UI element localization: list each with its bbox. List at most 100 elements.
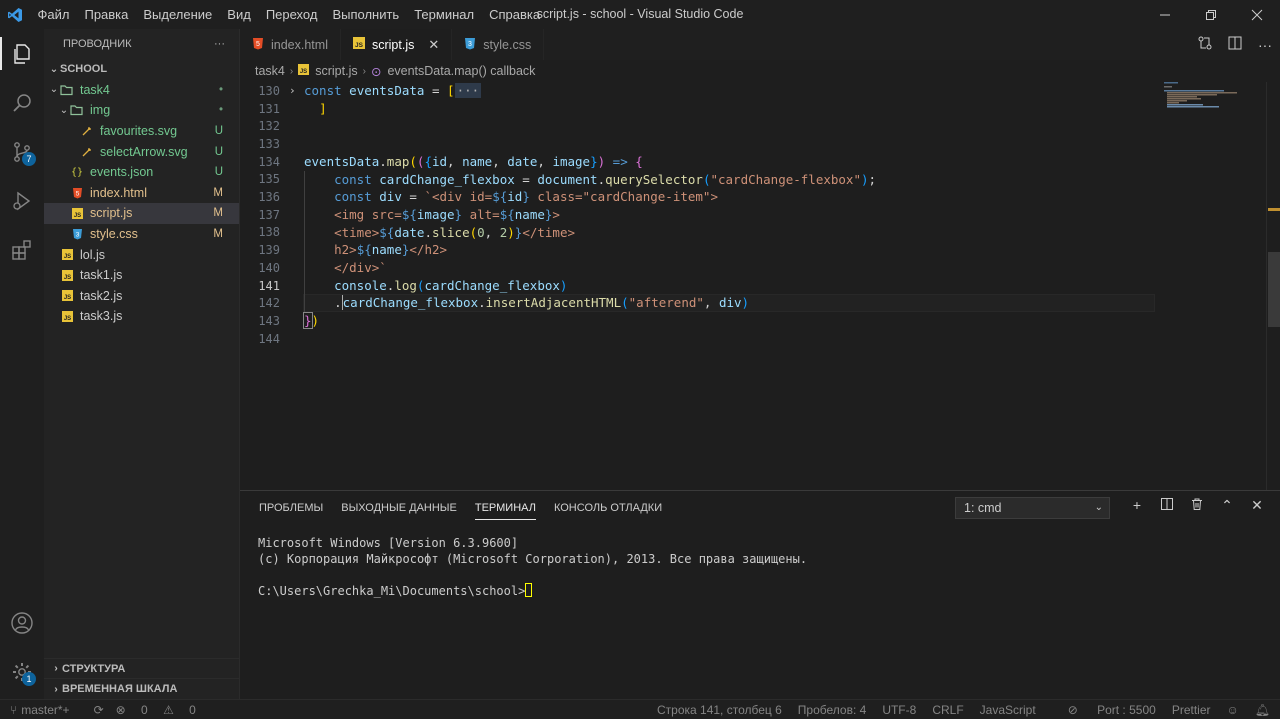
js-file-icon: JS	[60, 248, 74, 262]
chevron-down-icon: ⌄	[1094, 502, 1103, 513]
title-bar: Файл Правка Выделение Вид Переход Выполн…	[0, 0, 1280, 29]
menu-help[interactable]: Справка	[482, 0, 548, 29]
run-debug-icon[interactable]	[0, 176, 44, 225]
workspace-root[interactable]: ⌄ SCHOOL	[44, 59, 239, 80]
minimap[interactable]	[1162, 82, 1266, 122]
tree-item-label: img	[90, 103, 111, 118]
menu-view[interactable]: Вид	[220, 0, 259, 29]
file-item[interactable]: JS script.js M	[44, 203, 239, 224]
new-terminal-icon[interactable]: +	[1122, 497, 1152, 514]
terminal-select[interactable]: 1: cmd ⌄	[955, 497, 1110, 519]
close-tab-icon[interactable]: ✕	[428, 37, 439, 53]
folder-item[interactable]: ⌄ img •	[44, 100, 239, 121]
tree-item-label: lol.js	[80, 247, 106, 262]
json-file-icon: {}	[70, 166, 84, 178]
manage-gear-icon[interactable]: 1	[0, 647, 44, 696]
tab-terminal[interactable]: ТЕРМИНАЛ	[474, 496, 536, 520]
tab-style-css[interactable]: 3 style.css	[452, 29, 545, 60]
extensions-icon[interactable]	[0, 225, 44, 274]
line-number-label: 137	[258, 207, 280, 222]
code-editor[interactable]: 130 131 132 133 134 135 136 137 138 139 140 141 142 1…	[240, 82, 1280, 490]
tab-problems[interactable]: ПРОБЛЕМЫ	[259, 491, 323, 525]
file-item[interactable]: 3 style.css M	[44, 224, 239, 245]
terminal-output[interactable]: Microsoft Windows [Version 6.3.9600] (c) …	[258, 535, 807, 599]
file-item[interactable]: JS task3.js	[44, 306, 239, 327]
more-actions-icon[interactable]: ···	[1250, 37, 1280, 53]
folded-region-marker[interactable]: ···	[454, 83, 482, 98]
sync-icon[interactable]: ⟳	[94, 703, 104, 717]
breadcrumb-file[interactable]: script.js	[315, 64, 357, 78]
code-line-141: .cardChange_flexbox.insertAdjacentHTML("…	[334, 295, 750, 311]
end-of-line[interactable]: CRLF	[932, 703, 963, 717]
search-icon[interactable]	[0, 78, 44, 127]
svg-text:JS: JS	[300, 69, 307, 75]
minimize-icon[interactable]	[1142, 0, 1188, 29]
prettier-status[interactable]: Prettier	[1172, 703, 1211, 717]
tab-script-js[interactable]: JS script.js ✕	[340, 29, 453, 60]
tree-item-label: index.html	[90, 185, 147, 200]
tab-debug-console[interactable]: КОНСОЛЬ ОТЛАДКИ	[554, 491, 662, 525]
line-number: 131	[240, 100, 1280, 118]
close-window-icon[interactable]	[1234, 0, 1280, 29]
chevron-down-icon: ⌄	[49, 84, 59, 96]
problems-status[interactable]: ⊗ 0 ⚠ 0	[116, 703, 208, 717]
indentation[interactable]: Пробелов: 4	[798, 703, 867, 717]
breadcrumb-symbol[interactable]: eventsData.map() callback	[387, 64, 535, 78]
restore-icon[interactable]	[1188, 0, 1234, 29]
tab-output[interactable]: ВЫХОДНЫЕ ДАННЫЕ	[341, 491, 457, 525]
editor-tabs: 5 index.html JS script.js ✕ 3 style.css …	[240, 29, 1280, 60]
breadcrumb-folder[interactable]: task4	[255, 64, 285, 78]
file-item[interactable]: JS task2.js	[44, 286, 239, 307]
file-item[interactable]: 5 index.html M	[44, 183, 239, 204]
editor-scrollbar[interactable]	[1266, 82, 1280, 490]
open-changes-icon[interactable]	[1190, 35, 1220, 54]
live-server-status[interactable]: ⊘ Port : 5500	[1052, 703, 1156, 717]
feedback-icon[interactable]: ☺	[1227, 703, 1239, 717]
menu-go[interactable]: Переход	[258, 0, 325, 29]
chevron-right-icon[interactable]: ›	[289, 84, 296, 97]
line-number-label: 130	[258, 83, 280, 98]
bottom-panel: ПРОБЛЕМЫ ВЫХОДНЫЕ ДАННЫЕ ТЕРМИНАЛ КОНСОЛ…	[240, 490, 1280, 699]
split-terminal-icon[interactable]	[1152, 497, 1182, 514]
more-actions-icon[interactable]: ···	[214, 38, 225, 50]
scrollbar-thumb[interactable]	[1268, 252, 1280, 327]
line-number-label: 140	[258, 260, 280, 275]
menu-bar: Файл Правка Выделение Вид Переход Выполн…	[30, 0, 548, 29]
cursor-position[interactable]: Строка 141, столбец 6	[657, 703, 782, 717]
split-editor-icon[interactable]	[1220, 35, 1250, 54]
git-status-badge: U	[214, 166, 223, 179]
encoding[interactable]: UTF-8	[882, 703, 916, 717]
tab-index-html[interactable]: 5 index.html	[240, 29, 341, 60]
svg-text:3: 3	[468, 41, 472, 48]
source-control-icon[interactable]: 7	[0, 127, 44, 176]
menu-terminal[interactable]: Терминал	[407, 0, 482, 29]
maximize-panel-icon[interactable]: ⌃	[1212, 497, 1242, 514]
tab-label: style.css	[483, 37, 532, 52]
trash-icon[interactable]	[1182, 497, 1212, 514]
menu-run[interactable]: Выполнить	[325, 0, 407, 29]
file-item[interactable]: JS task1.js	[44, 265, 239, 286]
menu-edit[interactable]: Правка	[77, 0, 136, 29]
source-control-badge: 7	[22, 152, 36, 166]
file-item[interactable]: selectArrow.svg U	[44, 141, 239, 162]
folder-open-icon	[70, 103, 84, 117]
sidebar-bottom-sections: › СТРУКТУРА › ВРЕМЕННАЯ ШКАЛА	[44, 657, 239, 699]
account-icon[interactable]	[0, 598, 44, 647]
close-panel-icon[interactable]: ✕	[1242, 497, 1272, 514]
file-item[interactable]: {} events.json U	[44, 162, 239, 183]
language-mode[interactable]: JavaScript	[980, 703, 1036, 717]
menu-selection[interactable]: Выделение	[136, 0, 220, 29]
notifications-bell-icon[interactable]: 🔔︎	[1255, 703, 1270, 717]
file-item[interactable]: JS lol.js	[44, 244, 239, 265]
file-item[interactable]: favourites.svg U	[44, 121, 239, 142]
folder-item[interactable]: ⌄ task4 •	[44, 80, 239, 101]
menu-file[interactable]: Файл	[30, 0, 77, 29]
branch-status[interactable]: ⑂ master*+	[10, 703, 82, 717]
explorer-icon[interactable]	[0, 29, 44, 78]
outline-section[interactable]: › СТРУКТУРА	[44, 657, 239, 679]
timeline-section[interactable]: › ВРЕМЕННАЯ ШКАЛА	[44, 678, 239, 699]
code-line-138: h2>${name}</h2>	[304, 242, 448, 258]
line-number: 140	[240, 259, 1280, 277]
line-number-label: 131	[258, 101, 280, 116]
js-file-icon: JS	[298, 64, 310, 78]
